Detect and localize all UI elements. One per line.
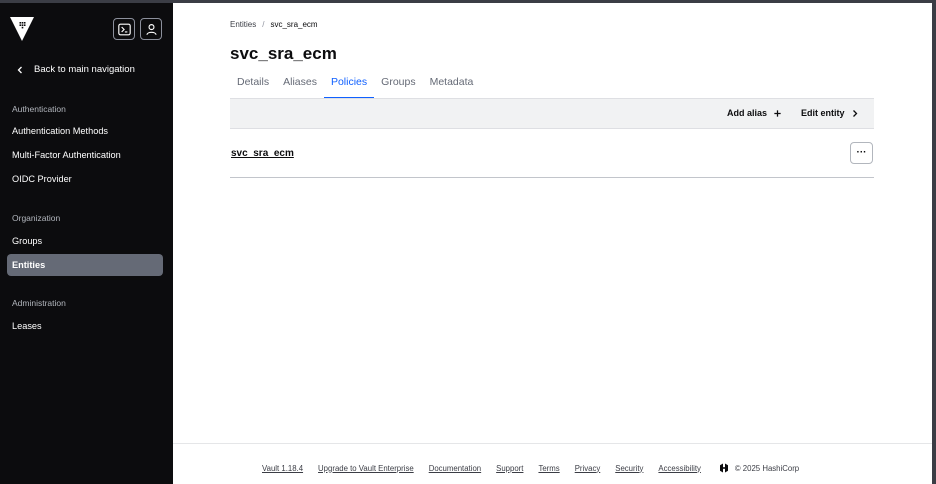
breadcrumb-entities-link[interactable]: Entities: [230, 20, 256, 29]
tab-policies[interactable]: Policies: [323, 73, 375, 99]
tab-aliases[interactable]: Aliases: [276, 73, 324, 98]
sidebar-item-groups[interactable]: Groups: [7, 230, 163, 252]
breadcrumb-separator: /: [262, 20, 265, 29]
section-title-administration: Administration: [12, 298, 66, 308]
chevron-left-icon: [17, 66, 22, 73]
user-icon: [145, 23, 157, 35]
sidebar-item-leases[interactable]: Leases: [7, 315, 163, 337]
plus-icon: [774, 109, 781, 117]
chevron-right-icon: [852, 109, 857, 117]
tab-details[interactable]: Details: [230, 73, 276, 98]
edit-entity-button[interactable]: Edit entity: [801, 108, 859, 118]
footer-link-upgrade[interactable]: Upgrade to Vault Enterprise: [318, 464, 414, 473]
user-menu-button[interactable]: [140, 18, 162, 40]
edit-entity-label: Edit entity: [801, 108, 845, 118]
sidebar-item-entities[interactable]: Entities: [7, 254, 163, 276]
sidebar-item-oidc-provider[interactable]: OIDC Provider: [7, 168, 163, 190]
page-title: svc_sra_ecm: [230, 44, 337, 63]
sidebar-item-multi-factor-authentication[interactable]: Multi-Factor Authentication: [7, 144, 163, 166]
section-title-authentication: Authentication: [12, 104, 66, 114]
footer-link-privacy[interactable]: Privacy: [575, 464, 601, 473]
copyright-text: © 2025 HashiCorp: [734, 463, 800, 473]
entity-toolbar: Add alias Edit entity: [230, 98, 874, 129]
footer-link-version[interactable]: Vault 1.18.4: [262, 464, 303, 473]
tab-metadata[interactable]: Metadata: [423, 73, 481, 98]
footer-link-documentation[interactable]: Documentation: [429, 464, 481, 473]
console-button[interactable]: [113, 18, 135, 40]
section-title-organization: Organization: [12, 213, 61, 223]
hashicorp-logo-icon: [719, 463, 728, 473]
back-link-label: Back to main navigation: [34, 64, 135, 75]
policy-row-menu-button[interactable]: ···: [850, 142, 873, 164]
vault-logo-icon[interactable]: [10, 17, 34, 41]
footer-link-support[interactable]: Support: [496, 464, 523, 473]
entity-tabs: Details Aliases Policies Groups Metadata: [230, 73, 481, 99]
add-alias-label: Add alias: [727, 108, 768, 118]
footer: Vault 1.18.4 Upgrade to Vault Enterprise…: [173, 443, 932, 484]
footer-link-accessibility[interactable]: Accessibility: [658, 464, 700, 473]
footer-link-security[interactable]: Security: [615, 464, 643, 473]
breadcrumb: Entities / svc_sra_ecm: [230, 20, 318, 29]
terminal-icon: [117, 23, 131, 35]
footer-copyright: © 2025 HashiCorp: [719, 463, 799, 473]
policy-link[interactable]: svc_sra_ecm: [231, 148, 294, 159]
footer-link-terms[interactable]: Terms: [538, 464, 559, 473]
breadcrumb-current: svc_sra_ecm: [270, 20, 318, 29]
window-right-border: [932, 3, 936, 484]
back-to-main-navigation-link[interactable]: Back to main navigation: [16, 64, 135, 75]
sidebar: Back to main navigation Authentication A…: [0, 3, 172, 484]
more-horizontal-icon: ···: [856, 147, 867, 158]
add-alias-button[interactable]: Add alias: [727, 108, 782, 118]
footer-links: Vault 1.18.4 Upgrade to Vault Enterprise…: [262, 463, 799, 473]
main-content: Entities / svc_sra_ecm svc_sra_ecm Detai…: [173, 3, 932, 484]
tab-groups[interactable]: Groups: [374, 73, 422, 98]
policy-row: svc_sra_ecm ···: [230, 129, 874, 178]
sidebar-item-authentication-methods[interactable]: Authentication Methods: [7, 120, 163, 142]
